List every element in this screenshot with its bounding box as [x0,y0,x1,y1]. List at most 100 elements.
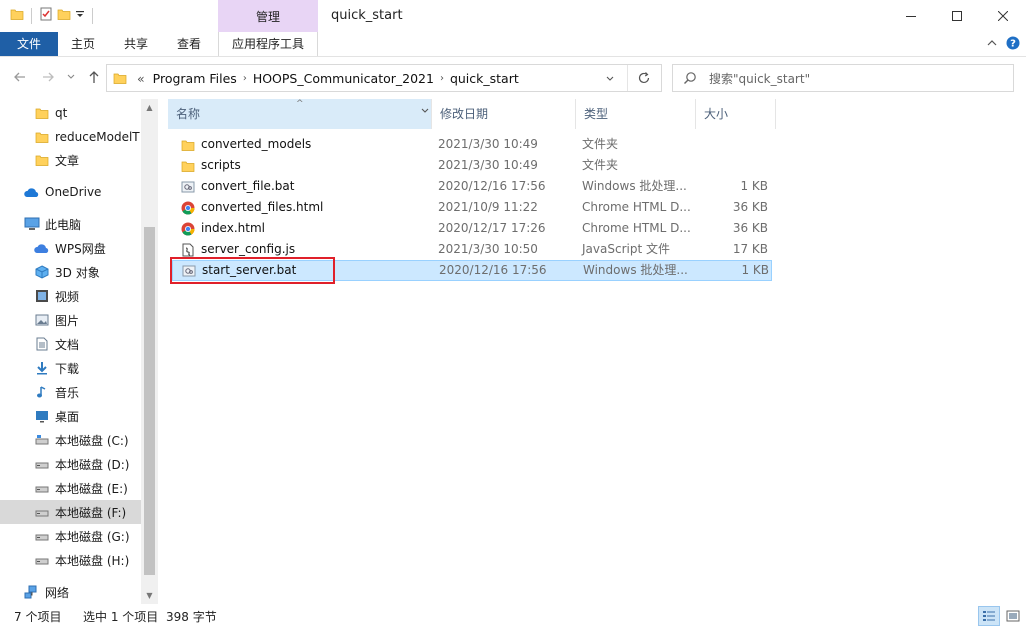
column-header-date[interactable]: 修改日期 [432,99,576,129]
divider [92,7,93,24]
sidebar-item-onedrive[interactable]: OneDrive [0,180,141,204]
sidebar-item-drive-e[interactable]: 本地磁盘 (E:) [0,476,141,500]
chevron-right-icon[interactable]: › [438,73,446,84]
large-icons-view-button[interactable] [1002,606,1024,626]
sidebar-item-label: 本地磁盘 (F:) [55,505,127,520]
ribbon-tabs: 文件 主页 共享 查看 应用程序工具 ? [0,32,1026,57]
tab-home[interactable]: 主页 [71,32,95,56]
drive-icon [34,432,50,448]
customize-toolbar-icon[interactable] [75,7,85,24]
music-icon [34,384,50,400]
drive-icon [34,504,50,520]
tab-file[interactable]: 文件 [0,32,58,56]
sidebar-item-documents[interactable]: 文档 [0,332,141,356]
sidebar-item-drive-h[interactable]: 本地磁盘 (H:) [0,548,141,572]
script-file-icon [180,242,196,258]
new-folder-icon[interactable] [57,7,71,24]
chevron-down-icon[interactable] [420,99,430,129]
tab-application-tools[interactable]: 应用程序工具 [232,32,304,56]
sidebar-item-drive-g[interactable]: 本地磁盘 (G:) [0,524,141,548]
file-type: Windows 批处理... [582,179,687,193]
minimize-button[interactable] [888,0,934,32]
scroll-down-icon[interactable]: ▼ [141,587,158,604]
sidebar-item-label: reduceModelT [55,130,140,144]
drive-icon [34,528,50,544]
recent-locations-button[interactable] [64,67,78,87]
sidebar-item-label: 本地磁盘 (C:) [55,433,129,448]
sidebar-item-downloads[interactable]: 下载 [0,356,141,380]
folder-icon[interactable] [10,7,24,24]
search-box[interactable]: 搜索"quick_start" [672,64,1014,92]
chevron-down-icon [67,74,75,79]
desktop-icon [34,408,50,424]
back-button[interactable] [10,67,30,87]
file-row-index-html[interactable]: index.html 2020/12/17 17:26 Chrome HTML … [172,218,772,239]
sidebar-item-drive-c[interactable]: 本地磁盘 (C:) [0,428,141,452]
column-header-type[interactable]: 类型 [576,99,696,129]
sidebar-item-qt[interactable]: qt [0,101,141,125]
title-bar: 管理 quick_start [0,0,1026,32]
expand-ribbon-icon[interactable] [986,37,998,52]
maximize-icon [952,11,962,21]
arrow-up-icon [89,71,99,83]
sidebar-item-desktop[interactable]: 桌面 [0,404,141,428]
details-view-button[interactable] [978,606,1000,626]
chevron-right-icon[interactable]: › [241,73,249,84]
maximize-button[interactable] [934,0,980,32]
breadcrumb-overflow[interactable]: « [127,71,149,86]
tab-view[interactable]: 查看 [177,32,201,56]
svg-text:?: ? [1010,39,1016,50]
column-header-label: 大小 [704,107,729,121]
close-button[interactable] [980,0,1026,32]
sidebar-item-label: qt [55,106,68,120]
scroll-up-icon[interactable]: ▲ [141,99,158,116]
up-button[interactable] [84,67,104,87]
breadcrumb-hoops-communicator[interactable]: HOOPS_Communicator_2021 [249,71,438,86]
folder-icon [180,158,196,174]
file-date: 2021/3/30 10:49 [438,158,538,172]
navigation-pane-scrollbar[interactable]: ▲ ▼ [141,99,158,604]
file-name: converted_files.html [201,200,324,214]
batch-file-icon [180,179,196,195]
file-row-converted-models[interactable]: converted_models 2021/3/30 10:49 文件夹 [172,134,772,155]
file-name: convert_file.bat [201,179,295,193]
sidebar-item-drive-f[interactable]: 本地磁盘 (F:) [0,500,141,524]
sidebar-item-articles[interactable]: 文章 [0,148,141,172]
properties-icon[interactable] [39,7,53,24]
refresh-icon[interactable] [637,71,651,88]
scrollbar-thumb[interactable] [144,227,155,575]
sidebar-item-label: 桌面 [55,409,80,424]
sidebar-item-wps[interactable]: WPS网盘 [0,236,141,260]
column-header-size[interactable]: 大小 [696,99,776,129]
sidebar-item-reducemodel[interactable]: reduceModelT [0,125,141,149]
breadcrumb-quick-start[interactable]: quick_start [446,71,523,86]
search-icon [683,71,697,85]
wps-cloud-icon [34,240,50,256]
file-type: 文件夹 [582,137,619,151]
folder-icon [180,137,196,153]
sidebar-item-drive-d[interactable]: 本地磁盘 (D:) [0,452,141,476]
column-header-name[interactable]: 名称 ^ [168,99,432,129]
sidebar-item-this-pc[interactable]: 此电脑 [0,212,141,236]
file-row-convert-file-bat[interactable]: convert_file.bat 2020/12/16 17:56 Window… [172,176,772,197]
manage-context-tab[interactable]: 管理 [218,0,318,32]
cloud-icon [24,184,40,200]
help-icon[interactable]: ? [1006,36,1020,53]
file-size: 36 KB [732,221,768,235]
breadcrumb-program-files[interactable]: Program Files [149,71,241,86]
address-dropdown-icon[interactable] [605,73,615,87]
sidebar-item-label: 3D 对象 [55,265,100,280]
sidebar-item-label: OneDrive [45,185,102,199]
tab-share[interactable]: 共享 [124,32,148,56]
address-bar[interactable]: « Program Files › HOOPS_Communicator_202… [106,64,662,92]
sidebar-item-network[interactable]: 网络 [0,580,141,604]
file-name-cell: converted_models [180,134,311,155]
sidebar-item-3d-objects[interactable]: 3D 对象 [0,260,141,284]
sidebar-item-music[interactable]: 音乐 [0,380,141,404]
file-row-converted-files-html[interactable]: converted_files.html 2021/10/9 11:22 Chr… [172,197,772,218]
sidebar-item-pictures[interactable]: 图片 [0,308,141,332]
file-row-scripts[interactable]: scripts 2021/3/30 10:49 文件夹 [172,155,772,176]
forward-button[interactable] [38,67,58,87]
sidebar-item-videos[interactable]: 视频 [0,284,141,308]
folder-icon [113,71,127,85]
